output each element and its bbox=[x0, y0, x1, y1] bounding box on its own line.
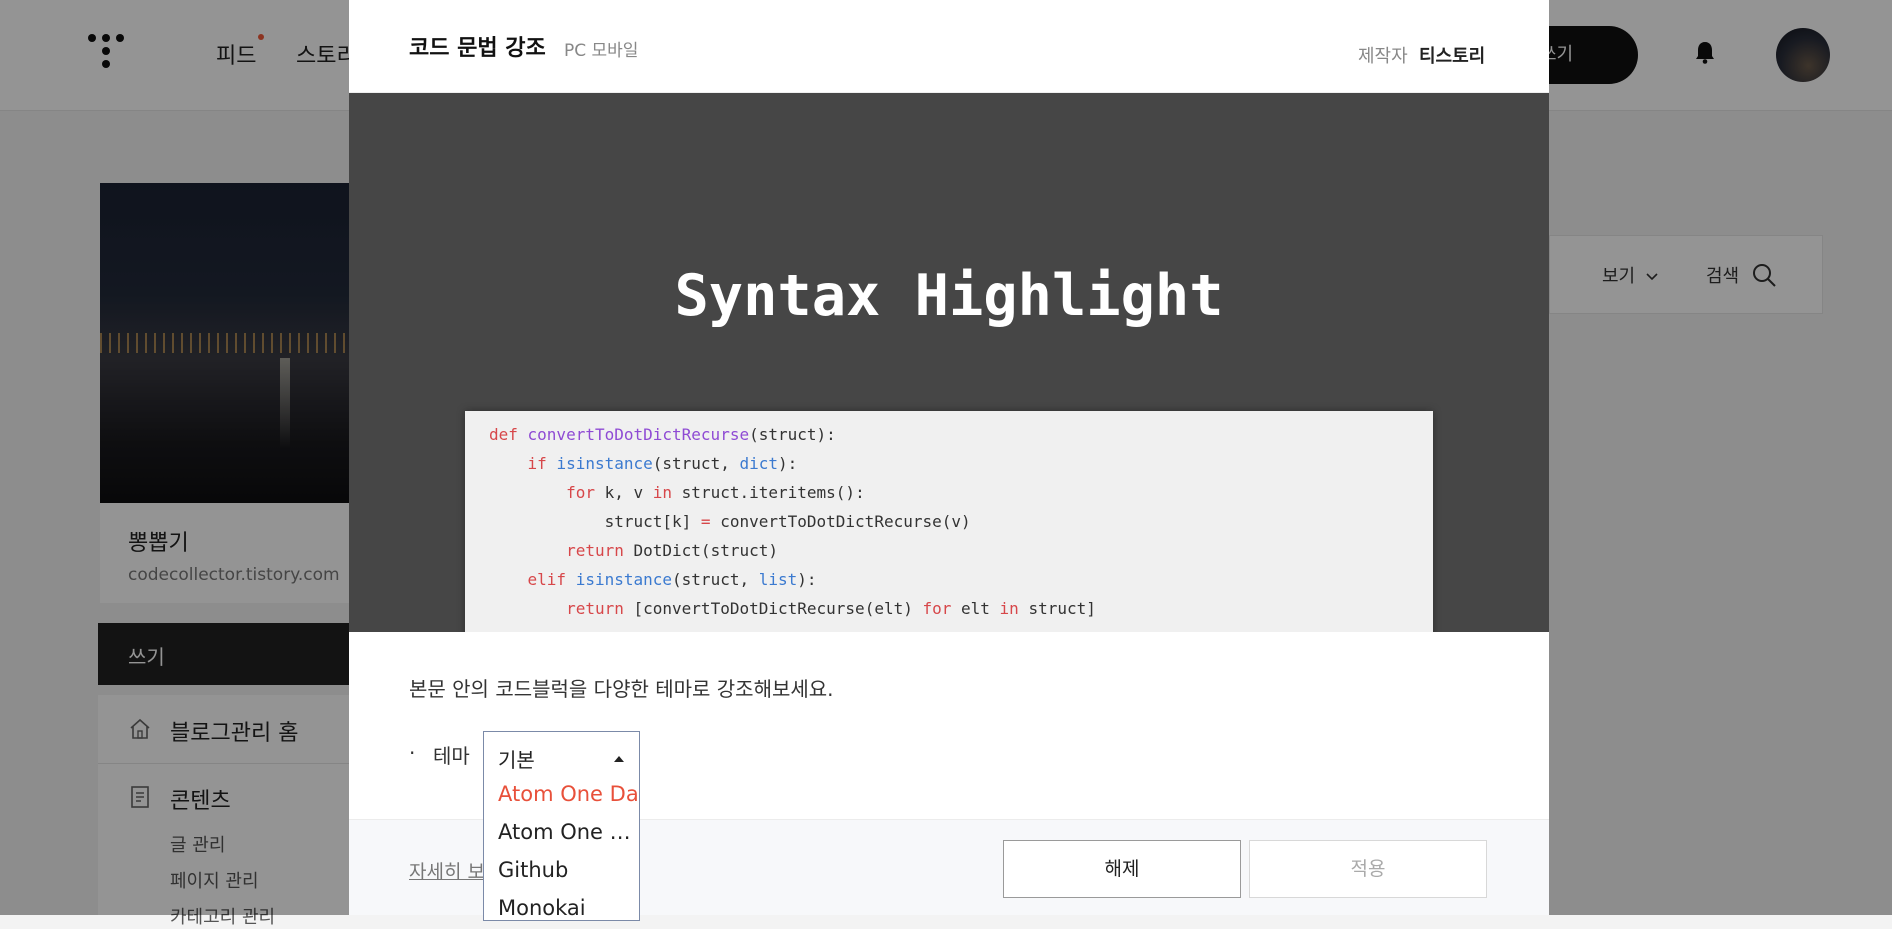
code-token: (struct): bbox=[749, 425, 836, 444]
code-token: in bbox=[652, 483, 682, 502]
code-token: ): bbox=[797, 570, 817, 589]
apply-button[interactable]: 적용 bbox=[1249, 840, 1487, 898]
code-token: def bbox=[489, 425, 528, 444]
code-token: k, v bbox=[604, 483, 653, 502]
code-token: = bbox=[700, 512, 721, 531]
code-token: return bbox=[566, 541, 634, 560]
code-token: (struct, bbox=[652, 454, 740, 473]
code-token: DotDict(struct) bbox=[633, 541, 779, 560]
code-token: struct[k] bbox=[489, 512, 701, 531]
code-line: for k, v in struct.iteritems(): bbox=[489, 483, 865, 502]
code-line: def convertToDotDictRecurse(struct): bbox=[489, 425, 836, 444]
code-token: [convertToDotDictRecurse(elt) bbox=[633, 599, 923, 618]
theme-option-atom-one-light[interactable]: Atom One Light bbox=[498, 820, 632, 844]
code-token: return bbox=[566, 599, 634, 618]
code-token: convertToDotDictRecurse bbox=[527, 425, 750, 444]
theme-select-dropdown[interactable]: 기본 Atom One Dark Atom One Light Github M… bbox=[483, 731, 640, 921]
code-token: (struct, bbox=[672, 570, 759, 589]
code-token: dict bbox=[739, 454, 778, 473]
code-line: elif isinstance(struct, list): bbox=[489, 570, 817, 589]
code-token: struct.iteritems(): bbox=[681, 483, 865, 502]
theme-select-value[interactable]: 기본 bbox=[498, 744, 535, 773]
maker-name: 티스토리 bbox=[1419, 46, 1486, 67]
code-token: for bbox=[566, 483, 605, 502]
plugin-description: 본문 안의 코드블럭을 다양한 테마로 강조해보세요. bbox=[409, 677, 834, 701]
code-token: elif bbox=[527, 570, 576, 589]
code-line: return DotDict(struct) bbox=[489, 541, 778, 560]
code-token: isinstance bbox=[575, 570, 673, 589]
code-token: if bbox=[527, 454, 557, 473]
code-token: struct] bbox=[1028, 599, 1096, 618]
theme-label: 테마 bbox=[433, 744, 470, 768]
code-sample-block: def convertToDotDictRecurse(struct): if … bbox=[465, 411, 1433, 632]
code-line: if isinstance(struct, dict): bbox=[489, 454, 798, 473]
code-token: in bbox=[999, 599, 1029, 618]
release-button[interactable]: 해제 bbox=[1003, 840, 1241, 898]
modal-platform-label: PC 모바일 bbox=[564, 41, 639, 61]
code-token: for bbox=[922, 599, 962, 618]
code-token: elt bbox=[961, 599, 1000, 618]
theme-option-github[interactable]: Github bbox=[498, 858, 638, 882]
modal-header: 코드 문법 강조 PC 모바일 제작자 티스토리 bbox=[349, 0, 1549, 93]
code-token: isinstance bbox=[556, 454, 653, 473]
caret-up-icon bbox=[614, 756, 624, 762]
modal-title: 코드 문법 강조 bbox=[409, 36, 546, 61]
maker-label: 제작자 bbox=[1358, 46, 1408, 67]
code-token: ): bbox=[778, 454, 798, 473]
preview-title: Syntax Highlight bbox=[674, 263, 1224, 329]
plugin-preview: Syntax Highlight def convertToDotDictRec… bbox=[349, 93, 1549, 632]
code-line: return [convertToDotDictRecurse(elt) for… bbox=[489, 599, 1096, 618]
code-line: struct[k] = convertToDotDictRecurse(v) bbox=[489, 512, 971, 531]
code-token: convertToDotDictRecurse(v) bbox=[720, 512, 971, 531]
theme-option-monokai[interactable]: Monokai bbox=[498, 896, 638, 920]
code-token: list bbox=[758, 570, 798, 589]
theme-option-atom-one-dark[interactable]: Atom One Dark bbox=[498, 782, 638, 806]
theme-bullet: · bbox=[409, 741, 416, 765]
